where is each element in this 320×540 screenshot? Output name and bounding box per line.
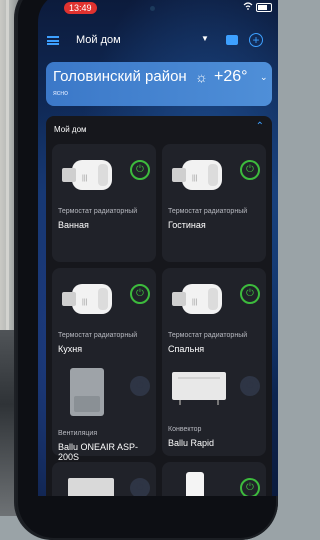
power-icon[interactable]: ⏻ [130, 376, 150, 396]
device-card[interactable]: ⏻ Конвектор Ballu Rapid [162, 360, 266, 456]
power-icon[interactable]: ⏻ [130, 284, 150, 304]
camera-dot [150, 6, 155, 11]
device-card[interactable]: ||| ⏻ Термостат радиаторный Гостиная [162, 144, 266, 262]
weather-condition: ясно [53, 90, 69, 97]
radiator-thermostat-icon: ||| [172, 160, 222, 190]
device-type: Термостат радиаторный [58, 208, 138, 215]
radiator-thermostat-icon: ||| [62, 160, 112, 190]
home-selector-label[interactable]: Мой дом [76, 34, 121, 46]
battery-icon [256, 2, 272, 12]
background-rod [6, 0, 9, 330]
device-type: Термостат радиаторный [168, 208, 248, 215]
app-header: Мой дом ▼ + [38, 30, 278, 54]
device-type: Вентиляция [58, 430, 98, 437]
device-type: Термостат радиаторный [58, 332, 138, 339]
status-bar: 13:49 [38, 0, 278, 20]
device-card[interactable]: ⏻ [162, 462, 266, 496]
device-card[interactable]: ⏻ [52, 462, 156, 496]
radiator-thermostat-icon: ||| [172, 284, 222, 314]
wifi-icon [243, 2, 253, 12]
device-name: Ванная [58, 220, 89, 230]
svg-text:|||: ||| [82, 299, 88, 306]
weather-district: Головинский район [53, 68, 187, 85]
device-name: Ballu Rapid [168, 438, 215, 448]
power-icon[interactable]: ⏻ [240, 376, 260, 396]
radiator-thermostat-icon: ||| [62, 284, 112, 314]
devices-panel: Мой дом ⌃ ||| ⏻ Термостат радиаторный Ва… [46, 116, 272, 496]
weather-card[interactable]: Головинский район ясно ☼ +26° ⌄ [46, 62, 272, 106]
ventilation-unit-icon [70, 368, 104, 416]
device-type: Термостат радиаторный [168, 332, 248, 339]
svg-text:|||: ||| [192, 175, 198, 182]
svg-text:|||: ||| [192, 299, 198, 306]
power-icon[interactable]: ⏻ [240, 160, 260, 180]
svg-text:|||: ||| [82, 175, 88, 182]
status-time: 13:49 [64, 2, 97, 14]
device-card[interactable]: ⏻ Вентиляция Ballu ONEAIR ASP-200S [52, 360, 156, 462]
panel-title: Мой дом [54, 125, 87, 134]
device-type: Конвектор [168, 426, 202, 433]
caret-down-icon[interactable]: ▼ [201, 34, 209, 43]
layout-icon[interactable] [226, 35, 238, 45]
sun-icon: ☼ [195, 69, 208, 85]
convector-heater-icon [68, 478, 114, 496]
power-icon[interactable]: ⏻ [130, 160, 150, 180]
phone-frame: 13:49 Мой дом ▼ + Головинский район ясно… [16, 0, 278, 540]
device-name: Ballu ONEAIR ASP-200S [58, 442, 139, 462]
chevron-down-icon[interactable]: ⌄ [260, 72, 268, 83]
convector-heater-icon [172, 372, 226, 405]
menu-icon[interactable] [47, 36, 59, 45]
power-icon[interactable]: ⏻ [240, 284, 260, 304]
device-name: Кухня [58, 344, 83, 354]
device-card[interactable]: ||| ⏻ Термостат радиаторный Ванная [52, 144, 156, 262]
device-name: Гостиная [168, 220, 206, 230]
add-icon[interactable]: + [249, 33, 263, 47]
water-heater-icon [186, 472, 204, 496]
status-icons [243, 2, 272, 12]
power-icon[interactable]: ⏻ [240, 478, 260, 496]
weather-temperature: +26° [214, 68, 248, 85]
phone-screen: 13:49 Мой дом ▼ + Головинский район ясно… [38, 0, 278, 496]
device-name: Спальня [168, 344, 205, 354]
chevron-up-icon[interactable]: ⌃ [256, 121, 264, 132]
power-icon[interactable]: ⏻ [130, 478, 150, 496]
